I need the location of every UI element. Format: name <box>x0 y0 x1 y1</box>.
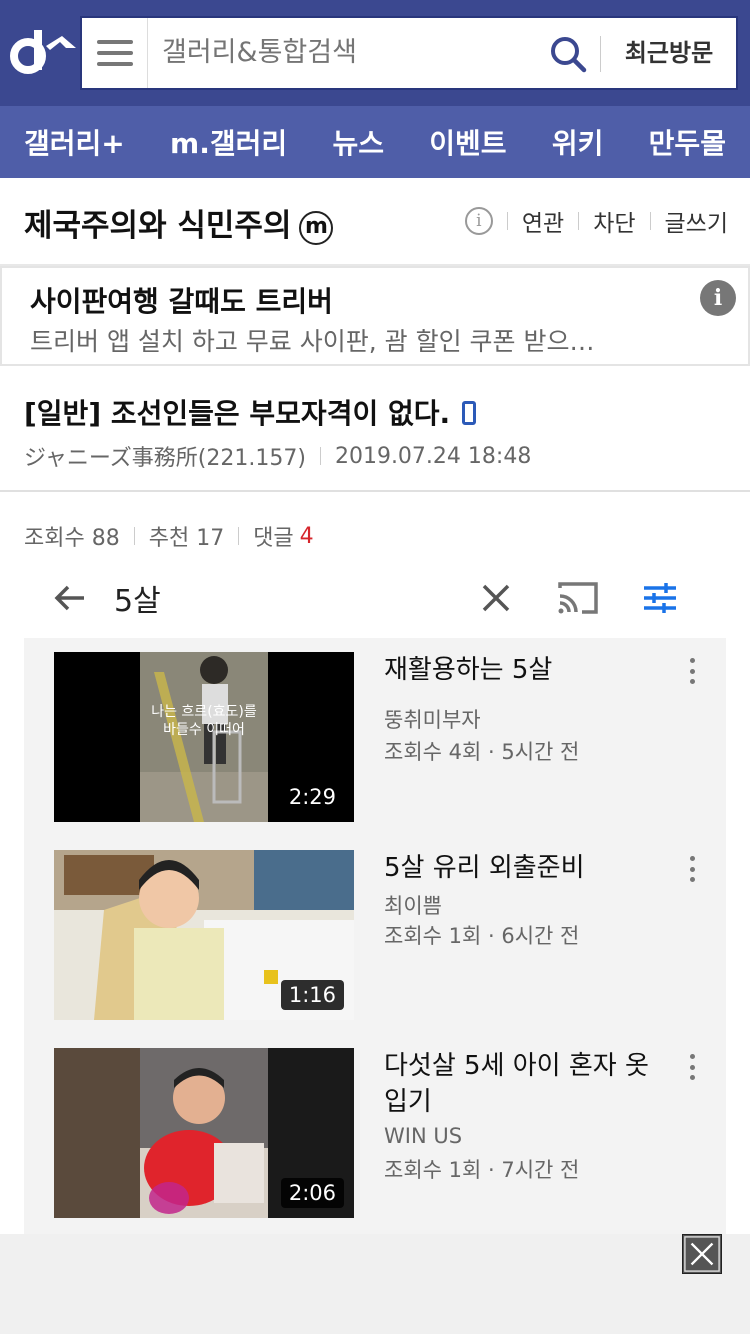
related-link[interactable]: 연관 <box>522 204 564 238</box>
divider <box>319 447 321 465</box>
post-header: [일반] 조선인들은 부모자격이 없다. ジャニーズ事務所(221.157) 2… <box>0 368 750 492</box>
recent-visit-button[interactable]: 최근방문 <box>602 18 736 88</box>
minor-gallery-badge: m <box>299 211 334 245</box>
video-title: 다섯살 5세 아이 혼자 옷 입기 <box>384 1051 649 1117</box>
info-icon[interactable]: i <box>464 207 493 235</box>
thumbnail-caption-line-1: 나는 흐르(효도)를 <box>151 704 257 720</box>
comment-label[interactable]: 댓글 <box>253 520 293 552</box>
divider <box>578 212 580 230</box>
post-author[interactable]: ジャニーズ事務所(221.157) <box>24 440 306 472</box>
youtube-search-bar: 5살 <box>24 560 726 638</box>
mobile-icon <box>462 401 477 425</box>
gallery-header: 제국주의와 식민주의 m i 연관 차단 글쓰기 <box>0 178 750 266</box>
search-divider <box>600 36 601 72</box>
close-ad-icon[interactable] <box>682 1234 722 1274</box>
recommend-count: 추천 17 <box>148 526 225 551</box>
video-item: 1:16 5살 유리 외출준비 최이쁨 조회수 1회 · 6시간 전 <box>54 850 704 1020</box>
video-duration: 1:16 <box>280 980 344 1010</box>
main-nav: 갤러리+ m.갤러리 뉴스 이벤트 위키 만두몰 <box>0 106 750 178</box>
video-meta: 조회수 1회 · 7시간 전 <box>384 1158 580 1182</box>
youtube-embed-image: 5살 나는 흐르(효도)를 바들수 이떠어 2:29 재활용하는 5살 뚱취미부… <box>24 560 726 1234</box>
write-link[interactable]: 글쓰기 <box>665 204 728 238</box>
more-options-icon <box>690 856 696 882</box>
back-arrow-icon <box>54 585 84 611</box>
more-options-icon <box>690 1054 696 1080</box>
comment-count[interactable]: 4 <box>300 524 314 549</box>
gallery-title-text: 제국주의와 식민주의 <box>24 208 292 244</box>
post-title: [일반] 조선인들은 부모자격이 없다. <box>24 392 477 432</box>
post-date: 2019.07.24 18:48 <box>334 443 532 469</box>
gallery-actions: i 연관 차단 글쓰기 <box>464 204 728 238</box>
view-count: 조회수 88 <box>24 526 120 551</box>
video-thumbnail: 나는 흐르(효도)를 바들수 이떠어 2:29 <box>54 652 354 822</box>
nav-gallery-plus[interactable]: 갤러리+ <box>24 122 125 162</box>
divider <box>649 212 651 230</box>
video-thumbnail: 2:06 <box>54 1048 354 1218</box>
top-bar: 최근방문 <box>0 0 750 106</box>
video-item: 2:06 다섯살 5세 아이 혼자 옷 입기 WIN US 조회수 1회 · 7… <box>54 1048 704 1218</box>
cast-icon <box>558 582 598 614</box>
video-channel: WIN US <box>384 1124 463 1148</box>
menu-icon[interactable] <box>82 18 148 88</box>
video-channel: 뚱취미부자 <box>384 708 481 732</box>
video-duration: 2:06 <box>280 1178 344 1208</box>
video-meta: 조회수 1회 · 6시간 전 <box>384 924 580 948</box>
nav-mandumall[interactable]: 만두몰 <box>649 122 726 162</box>
search-input[interactable] <box>162 18 542 88</box>
video-thumbnail: 1:16 <box>54 850 354 1020</box>
thumbnail-caption-line-2: 바들수 이떠어 <box>163 722 245 738</box>
divider <box>506 212 508 230</box>
post-title-text: [일반] 조선인들은 부모자격이 없다. <box>24 397 451 430</box>
nav-m-gallery[interactable]: m.갤러리 <box>170 122 287 162</box>
ad-description: 트리버 앱 설치 하고 무료 사이판, 괌 할인 쿠폰 받으… <box>30 327 595 356</box>
video-channel: 최이쁨 <box>384 894 442 918</box>
video-title: 5살 유리 외출준비 <box>384 853 585 883</box>
video-item: 나는 흐르(효도)를 바들수 이떠어 2:29 재활용하는 5살 뚱취미부자 조… <box>54 652 704 822</box>
divider <box>238 527 240 545</box>
nav-event[interactable]: 이벤트 <box>429 122 506 162</box>
gallery-title[interactable]: 제국주의와 식민주의 m <box>24 200 334 245</box>
more-options-icon <box>690 658 696 684</box>
post-meta: ジャニーズ事務所(221.157) 2019.07.24 18:48 <box>24 440 531 472</box>
dc-logo-icon[interactable] <box>10 26 78 78</box>
filter-icon <box>644 583 676 613</box>
youtube-query: 5살 <box>114 584 161 619</box>
close-icon <box>482 584 510 612</box>
video-meta: 조회수 4회 · 5시간 전 <box>384 740 580 764</box>
nav-wiki[interactable]: 위키 <box>552 122 604 162</box>
video-title: 재활용하는 5살 <box>384 655 553 685</box>
bottom-ad-area <box>0 1234 750 1334</box>
video-duration: 2:29 <box>280 782 344 812</box>
block-link[interactable]: 차단 <box>593 204 635 238</box>
nav-news[interactable]: 뉴스 <box>332 122 384 162</box>
ad-title: 사이판여행 갈때도 트리버 <box>30 285 333 318</box>
post-stats: 조회수 88 추천 17 댓글 4 <box>24 520 314 552</box>
ad-banner[interactable]: 사이판여행 갈때도 트리버 트리버 앱 설치 하고 무료 사이판, 괌 할인 쿠… <box>0 266 750 366</box>
divider <box>133 527 135 545</box>
search-box: 최근방문 <box>80 16 738 90</box>
search-icon[interactable] <box>548 34 588 74</box>
ad-info-icon[interactable]: i <box>700 280 736 316</box>
